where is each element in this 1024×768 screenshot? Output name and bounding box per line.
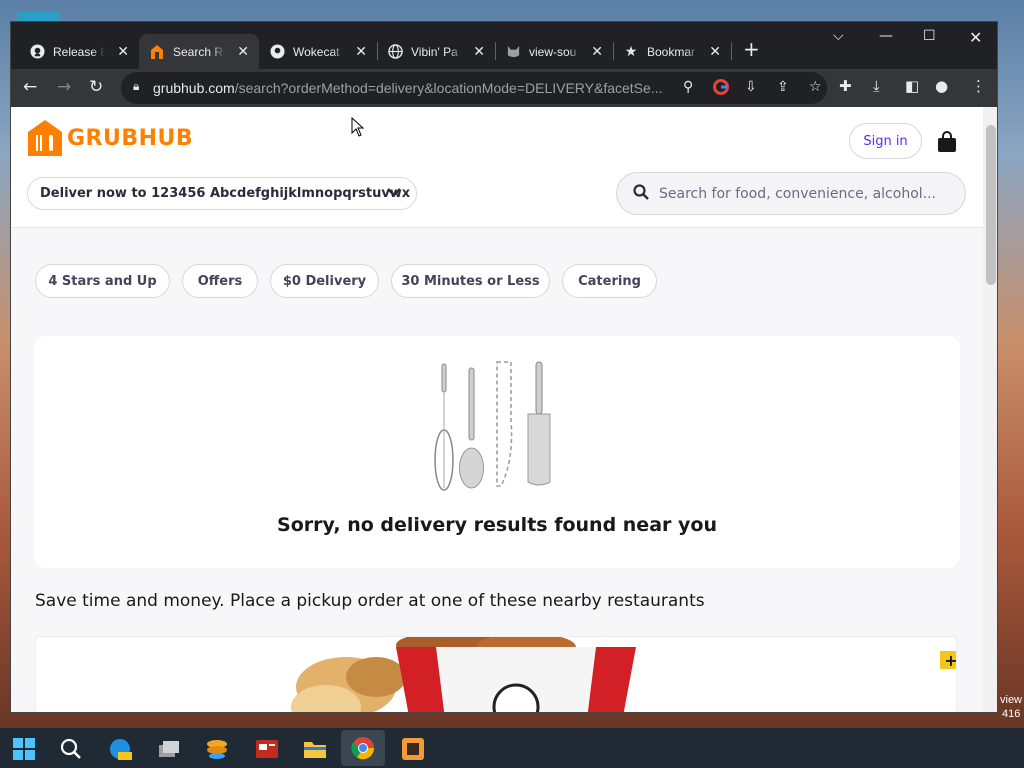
windows-taskbar — [0, 728, 1024, 768]
browser-window: Release 8 ✕ Search Re ✕ Wokecat ✕ Vibin'… — [10, 21, 998, 713]
site-header: GRUBHUB Sign in Deliver now to 123456 Ab… — [11, 107, 983, 228]
tab-strip: Release 8 ✕ Search Re ✕ Wokecat ✕ Vibin'… — [11, 22, 997, 69]
add-favorite-icon[interactable]: + — [940, 651, 956, 670]
side-panel-icon[interactable]: ◧ — [905, 77, 919, 95]
chrome-taskbar-icon[interactable] — [341, 730, 385, 766]
logo-text: GRUBHUB — [67, 125, 194, 151]
desktop-background — [0, 0, 10, 768]
github-icon — [29, 44, 45, 60]
grubhub-logo-icon — [28, 120, 62, 156]
profile-icon[interactable]: ● — [935, 77, 948, 95]
filter-catering[interactable]: Catering — [562, 264, 657, 298]
kitchen-utensils-icon — [434, 361, 551, 491]
desktop-side-text: view — [1000, 694, 1023, 706]
empty-results-card: Sorry, no delivery results found near yo… — [34, 336, 960, 568]
tab-title: view-sou — [529, 44, 577, 59]
globe-icon — [387, 44, 403, 60]
edge-beta-icon[interactable] — [107, 736, 133, 762]
reload-icon[interactable]: ↻ — [89, 77, 103, 97]
tab-vibin[interactable]: Vibin' Pa ✕ — [377, 34, 495, 69]
restaurant-image — [291, 637, 636, 712]
close-tab-icon[interactable]: ✕ — [117, 43, 129, 60]
restaurant-card[interactable]: + — [35, 636, 957, 712]
install-app-icon[interactable]: ⇩ — [745, 79, 757, 95]
lock-icon[interactable]: 🔒︎ — [133, 79, 139, 94]
close-tab-icon[interactable]: ✕ — [709, 43, 721, 60]
minimize-button[interactable]: — — [879, 28, 893, 44]
address-bar[interactable]: 🔒︎ grubhub.com/search?orderMethod=delive… — [121, 72, 827, 104]
close-tab-icon[interactable]: ✕ — [591, 43, 603, 60]
forward-arrow-icon[interactable]: → — [57, 77, 71, 97]
share-icon[interactable]: ⇪ — [777, 79, 789, 95]
star-icon: ★ — [624, 43, 638, 59]
extensions-icon[interactable]: ✚ — [839, 77, 852, 95]
task-view-icon[interactable] — [156, 736, 182, 762]
tab-bookmarks[interactable]: ★ Bookmar ✕ — [613, 34, 731, 69]
food-search-box[interactable] — [616, 172, 966, 215]
stacked-app-icon[interactable] — [204, 736, 230, 762]
start-menu-icon[interactable] — [11, 736, 37, 762]
google-lens-icon[interactable] — [713, 79, 729, 99]
sublime-app-icon[interactable] — [400, 736, 426, 762]
tab-search-results[interactable]: Search Re ✕ — [139, 34, 259, 69]
no-results-message: Sorry, no delivery results found near yo… — [277, 514, 717, 536]
location-pin-icon[interactable]: ⚲ — [683, 79, 693, 95]
close-tab-icon[interactable]: ✕ — [237, 43, 249, 60]
filter-offers[interactable]: Offers — [182, 264, 258, 298]
close-window-button[interactable]: ✕ — [969, 28, 982, 47]
url-text[interactable]: grubhub.com/search?orderMethod=delivery&… — [153, 80, 663, 96]
tab-title: Vibin' Pa — [411, 44, 458, 59]
new-tab-button[interactable]: + — [743, 37, 760, 61]
menu-kebab-icon[interactable]: ⋮ — [971, 77, 986, 95]
github-icon — [269, 44, 285, 60]
tab-title: Release 8 — [53, 44, 105, 59]
tab-wokecat[interactable]: Wokecat ✕ — [259, 34, 377, 69]
delivery-address-dropdown[interactable]: Deliver now to 123456 Abcdefghijklmnopqr… — [27, 177, 417, 210]
tab-title: Search Re — [173, 44, 225, 59]
chevron-down-icon — [386, 185, 402, 203]
tab-release[interactable]: Release 8 ✕ — [19, 34, 139, 69]
page-content: GRUBHUB Sign in Deliver now to 123456 Ab… — [11, 107, 983, 712]
filter-free-delivery[interactable]: $0 Delivery — [270, 264, 379, 298]
filter-four-stars[interactable]: 4 Stars and Up — [35, 264, 170, 298]
scrollbar-thumb[interactable] — [986, 125, 996, 285]
back-arrow-icon[interactable]: ← — [23, 77, 37, 97]
search-icon — [633, 183, 649, 204]
delivery-address-label: Deliver now to 123456 Abcdefghijklmnopqr… — [40, 186, 411, 201]
tab-title: Wokecat — [293, 44, 340, 59]
tab-view-source[interactable]: view-sou ✕ — [495, 34, 613, 69]
search-icon[interactable] — [58, 736, 84, 762]
close-tab-icon[interactable]: ✕ — [473, 43, 485, 60]
news-app-icon[interactable] — [254, 736, 280, 762]
scrollbar[interactable] — [983, 107, 997, 712]
tab-title: Bookmar — [647, 44, 696, 59]
shopping-bag-icon[interactable] — [937, 131, 957, 157]
filter-30-minutes[interactable]: 30 Minutes or Less — [391, 264, 550, 298]
pickup-heading: Save time and money. Place a pickup orde… — [35, 591, 705, 611]
browser-toolbar: ← → ↻ 🔒︎ grubhub.com/search?orderMethod=… — [11, 69, 997, 107]
tab-search-chevron-icon[interactable]: ⌵ — [833, 28, 844, 44]
grubhub-logo[interactable]: GRUBHUB — [27, 119, 193, 157]
file-explorer-icon[interactable] — [302, 736, 328, 762]
desktop-side-text: 416 — [1002, 708, 1021, 720]
grubhub-icon — [149, 44, 165, 60]
mouse-cursor-icon — [351, 116, 365, 141]
sign-in-button[interactable]: Sign in — [849, 123, 922, 159]
download-icon[interactable]: ⤓ — [873, 77, 880, 95]
search-input[interactable] — [659, 185, 949, 202]
maximize-button[interactable]: ☐ — [923, 28, 936, 44]
cat-icon — [505, 44, 521, 60]
bookmark-star-icon[interactable]: ☆ — [809, 79, 822, 95]
close-tab-icon[interactable]: ✕ — [355, 43, 367, 60]
